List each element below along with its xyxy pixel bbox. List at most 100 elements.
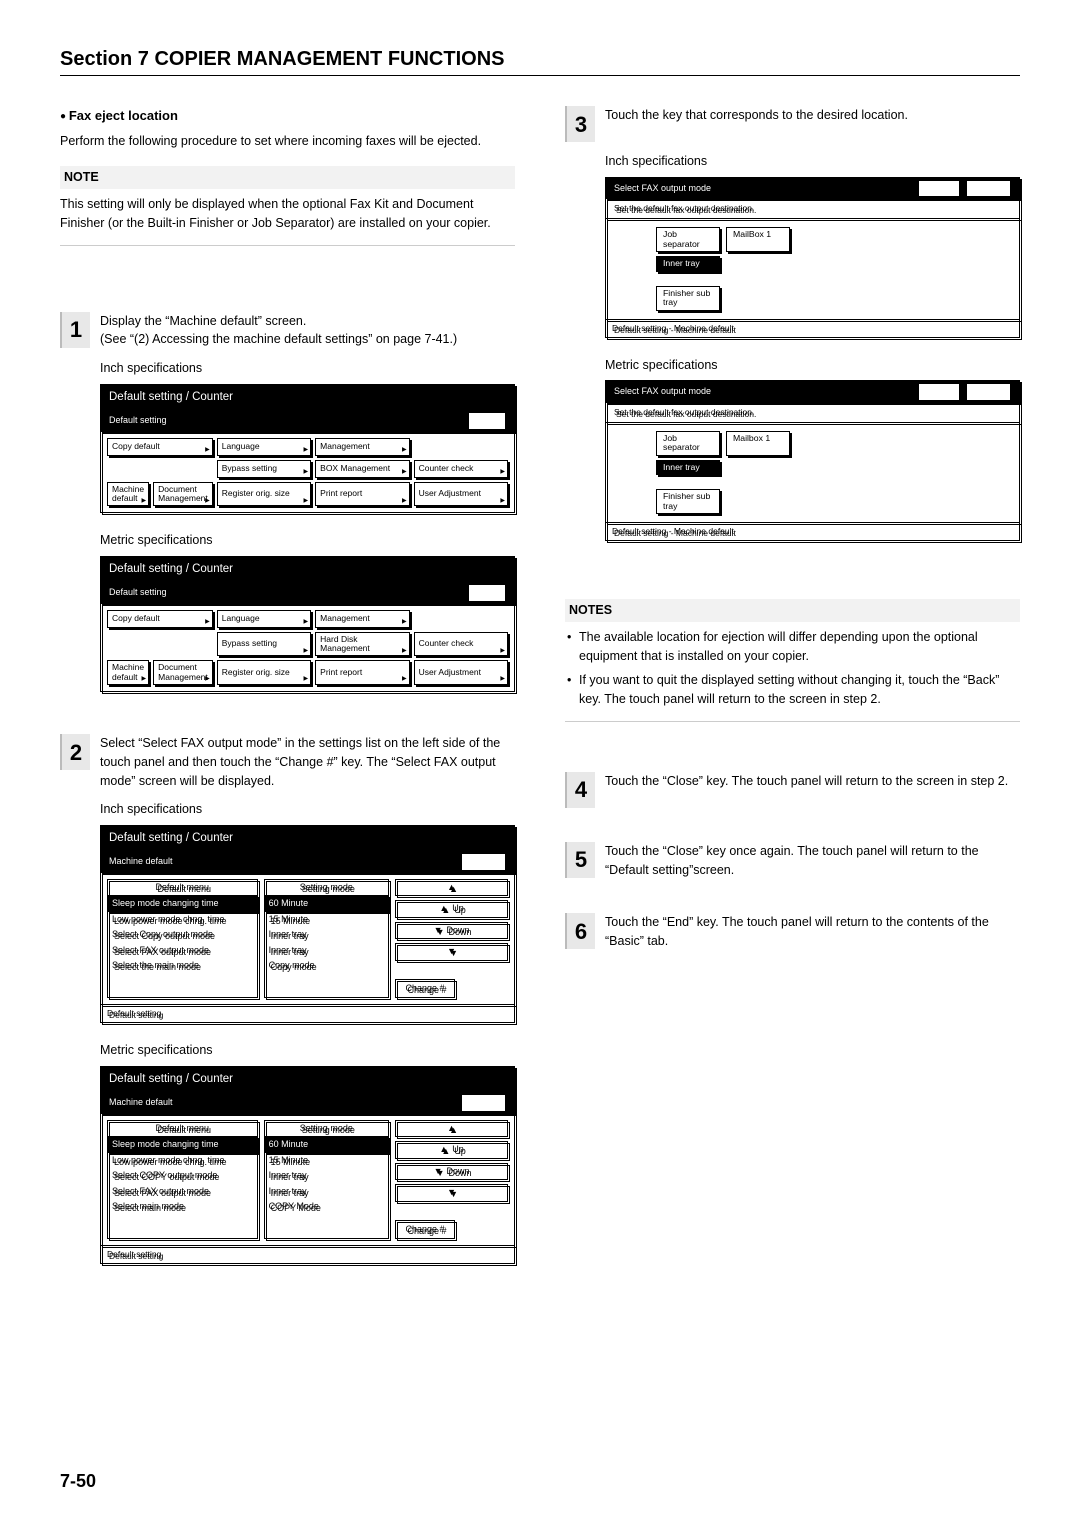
btn-bypass[interactable]: Bypass setting [217,460,311,478]
btn-copy-default[interactable]: Copy default [107,610,213,628]
btn-finisher-subtray[interactable]: Finisher sub tray [656,286,720,311]
btn-print-report[interactable]: Print report [315,660,409,685]
up-arrow-button[interactable]: ▲ [395,1120,508,1138]
left-column: Fax eject location Perform the following… [60,106,515,1282]
machine-default-screen-metric: Default setting / Counter Machine defaul… [100,1066,515,1264]
list-row[interactable]: Select COPY output mode [108,1168,257,1184]
fax-output-screen-inch: Select FAX output mode Back Close Set th… [605,177,1020,338]
list-row: COPY Mode [265,1199,388,1215]
btn-harddisk-mgmt[interactable]: Hard Disk Management [315,632,409,657]
default-setting-screen-metric: Default setting / Counter Default settin… [100,556,515,692]
screen-tab: Default setting [109,414,167,428]
btn-machine-default[interactable]: Machine default [107,482,149,507]
btn-inner-tray[interactable]: Inner tray [656,256,720,272]
list-row[interactable]: Select main mode [108,1199,257,1215]
btn-user-adj[interactable]: User Adjustment [414,660,508,685]
list-row: Inner tray [265,1168,388,1184]
change-button[interactable]: Change # [395,979,455,999]
btn-language[interactable]: Language [217,610,311,628]
btn-counter-check[interactable]: Counter check [414,460,508,478]
list-row: Copy mode [265,958,388,974]
down-button[interactable]: ▼Down [395,922,508,940]
list-row[interactable]: Select FAX output mode [108,1184,257,1200]
list-row[interactable]: Select Copy output mode [108,927,257,943]
btn-box-mgmt[interactable]: BOX Management [315,460,409,478]
default-setting-screen-inch: Default setting / Counter Default settin… [100,384,515,513]
setting-values: Setting mode 60 Minute 15 Minute Inner t… [264,879,389,999]
list-row[interactable]: Sleep mode changing time [108,896,257,912]
list-row[interactable]: Low power mode chng. time [108,912,257,928]
close-button[interactable]: Close [461,1094,506,1112]
btn-mailbox-1[interactable]: Mailbox 1 [726,431,790,456]
btn-management[interactable]: Management [315,610,409,628]
step-6-text: Touch the “End” key. The touch panel wil… [605,913,1020,951]
close-button[interactable]: Close [966,383,1011,401]
screen-tab: Machine default [109,855,173,869]
fax-eject-heading: Fax eject location [60,106,515,126]
btn-counter-check[interactable]: Counter check [414,632,508,657]
btn-inner-tray[interactable]: Inner tray [656,460,720,476]
btn-doc-mgmt[interactable]: Document Management [153,660,213,685]
btn-job-separator[interactable]: Job separator [656,431,720,456]
btn-management[interactable]: Management [315,438,409,456]
list-row: Inner tray [265,1184,388,1200]
screen-title: Default setting / Counter [101,385,514,410]
step-1-num: 1 [70,313,82,346]
btn-print-report[interactable]: Print report [315,482,409,507]
step-5: 5 Touch the “Close” key once again. The … [565,842,1020,880]
step-1: 1 Display the “Machine default” screen. … [60,312,515,350]
col-default-menu: Default menu [108,880,257,897]
end-button[interactable]: End [468,584,506,602]
screen-title: Default setting / Counter [101,826,514,851]
back-button[interactable]: Back [918,180,960,198]
back-button[interactable]: Back [918,383,960,401]
btn-user-adj[interactable]: User Adjustment [414,482,508,507]
step-3-num: 3 [575,108,587,141]
list-row: 15 Minute [265,912,388,928]
list-row[interactable]: Sleep mode changing time [108,1137,257,1153]
down-arrow-button[interactable]: ▼ [395,943,508,961]
btn-register-orig[interactable]: Register orig. size [217,660,311,685]
col-default-menu: Default menu [108,1121,257,1138]
btn-doc-mgmt[interactable]: Document Management [153,482,213,507]
btn-machine-default[interactable]: Machine default [107,660,149,685]
btn-copy-default[interactable]: Copy default [107,438,213,456]
up-arrow-icon: ▲ [447,1122,456,1136]
list-row: 60 Minute [265,896,388,912]
step-4-num: 4 [575,773,587,806]
step-1-text-b: (See “(2) Accessing the machine default … [100,330,515,349]
down-button[interactable]: ▼Down [395,1163,508,1181]
step-6-num: 6 [575,915,587,948]
up-button[interactable]: ▲Up [395,1141,508,1159]
btn-finisher-subtray[interactable]: Finisher sub tray [656,489,720,514]
btn-mailbox-1[interactable]: MailBox 1 [726,227,790,252]
step-6: 6 Touch the “End” key. The touch panel w… [565,913,1020,951]
close-button[interactable]: Close [461,853,506,871]
screen-footer: Default setting - Machine default [606,319,1019,337]
list-row[interactable]: Low power mode chng. time [108,1153,257,1169]
down-arrow-icon: ▼ [447,1186,456,1200]
setting-values: Setting mode 60 Minute 15 Minute Inner t… [264,1120,389,1240]
setting-list[interactable]: Default menu Sleep mode changing time Lo… [107,1120,258,1240]
up-button[interactable]: ▲Up [395,900,508,918]
btn-language[interactable]: Language [217,438,311,456]
setting-list[interactable]: Default menu Sleep mode changing time Lo… [107,879,258,999]
spec-inch-label: Inch specifications [100,359,515,378]
triangle-down-icon: ▼ [434,924,443,938]
list-row[interactable]: Select FAX output mode [108,943,257,959]
down-arrow-button[interactable]: ▼ [395,1184,508,1202]
btn-register-orig[interactable]: Register orig. size [217,482,311,507]
screen-footer: Default setting - Machine default [606,522,1019,540]
change-button[interactable]: Change # [395,1220,455,1240]
screen-footer: Default setting [101,1004,514,1022]
close-button[interactable]: Close [966,180,1011,198]
up-arrow-icon: ▲ [447,881,456,895]
screen-tab: Machine default [109,1096,173,1110]
step-5-text: Touch the “Close” key once again. The to… [605,842,1020,880]
btn-job-separator[interactable]: Job separator [656,227,720,252]
step-5-num: 5 [575,843,587,876]
up-arrow-button[interactable]: ▲ [395,879,508,897]
btn-bypass[interactable]: Bypass setting [217,632,311,657]
end-button[interactable]: End [468,412,506,430]
list-row[interactable]: Select the main mode [108,958,257,974]
